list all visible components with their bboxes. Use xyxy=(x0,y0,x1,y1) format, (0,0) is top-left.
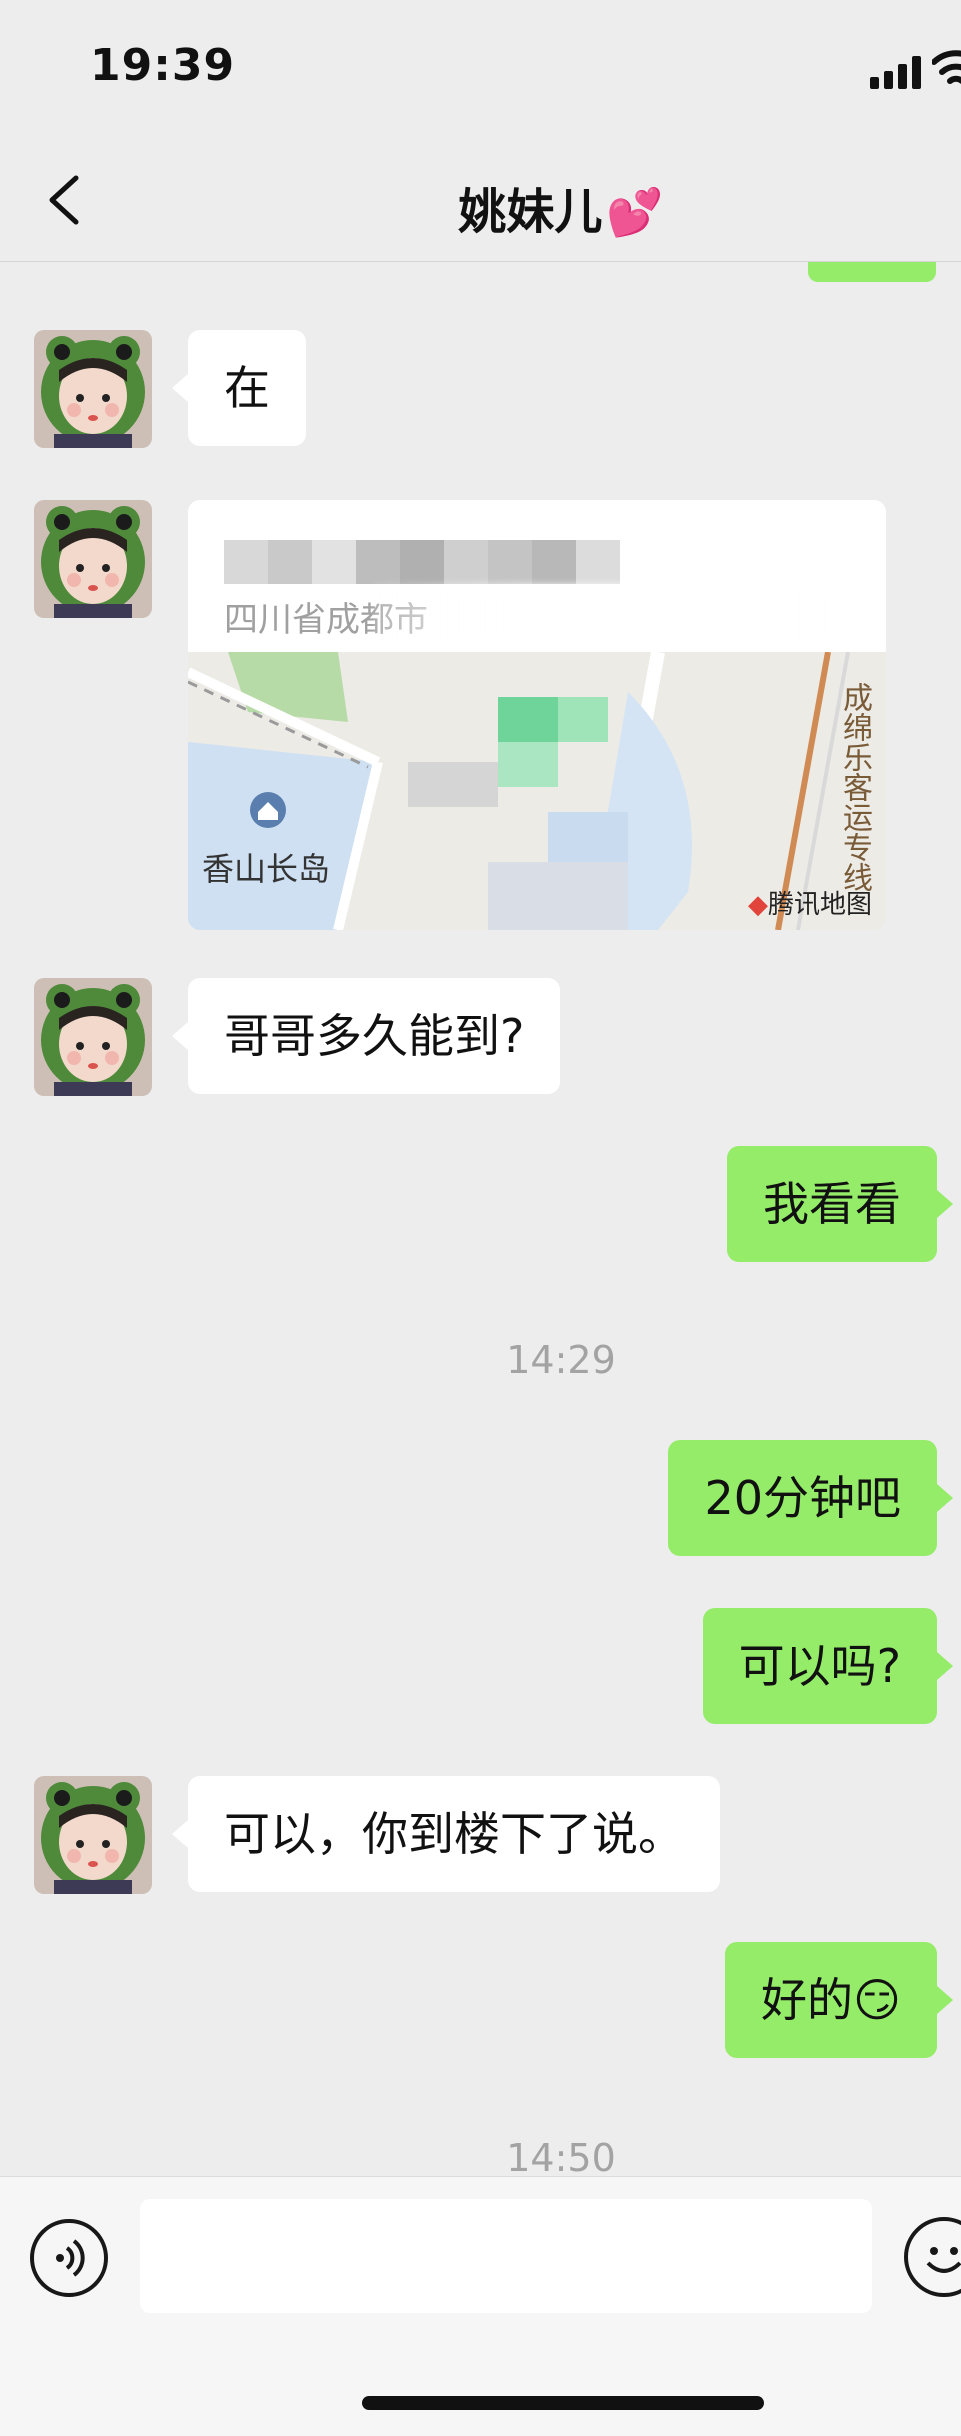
tencent-map-logo-icon: ◆ xyxy=(747,890,768,920)
message-bubble-out[interactable]: 20分钟吧 xyxy=(668,1440,953,1556)
home-indicator[interactable] xyxy=(362,2396,764,2410)
heart-emoji: 💕 xyxy=(606,185,664,239)
message-bubble-in[interactable]: 在 xyxy=(172,330,306,446)
voice-input-button[interactable] xyxy=(30,2219,108,2297)
contact-name-text: 姚妹儿 xyxy=(458,184,603,240)
status-time: 19:39 xyxy=(90,40,236,91)
chat-header: 姚妹儿💕 xyxy=(0,140,961,262)
message-bubble-in[interactable]: 可以，你到楼下了说。 xyxy=(172,1776,720,1892)
contact-name: 姚妹儿💕 xyxy=(0,172,961,242)
wifi-icon xyxy=(931,48,961,92)
map-attribution: ◆腾讯地图 xyxy=(748,884,872,921)
voice-icon xyxy=(56,2239,85,2277)
address-redaction xyxy=(373,585,873,645)
map-rail-label: 成绵乐客运专线 xyxy=(837,682,872,892)
location-name-redacted xyxy=(224,540,624,584)
smiley-icon xyxy=(926,2247,961,2273)
contact-avatar[interactable] xyxy=(34,1776,152,1894)
status-bar: 19:39 xyxy=(0,0,961,140)
contact-avatar[interactable] xyxy=(34,330,152,448)
contact-avatar[interactable] xyxy=(34,500,152,618)
message-timestamp: 14:50 xyxy=(506,2136,616,2180)
map-place-label: 香山长岛 xyxy=(202,850,331,888)
message-bubble-out[interactable]: 我看看 xyxy=(727,1146,953,1262)
map-attribution-text: 腾讯地图 xyxy=(767,890,872,920)
previous-message-bubble[interactable] xyxy=(808,262,936,282)
location-message-card[interactable]: 四川省成都市 香山长岛 成绵乐客运专线 ◆腾讯地图 xyxy=(188,500,886,930)
message-timestamp: 14:29 xyxy=(506,1338,616,1382)
message-bubble-in[interactable]: 哥哥多久能到? xyxy=(171,978,561,1094)
message-bubble-out[interactable]: 可以吗? xyxy=(702,1608,954,1724)
cellular-signal-icon xyxy=(870,55,926,89)
contact-avatar[interactable] xyxy=(34,978,152,1096)
emoji-button[interactable] xyxy=(904,2217,961,2297)
message-input[interactable] xyxy=(140,2199,872,2313)
map-preview[interactable]: 香山长岛 成绵乐客运专线 ◆腾讯地图 xyxy=(188,652,886,930)
message-bubble-out[interactable]: 好的😏 xyxy=(725,1942,953,2058)
